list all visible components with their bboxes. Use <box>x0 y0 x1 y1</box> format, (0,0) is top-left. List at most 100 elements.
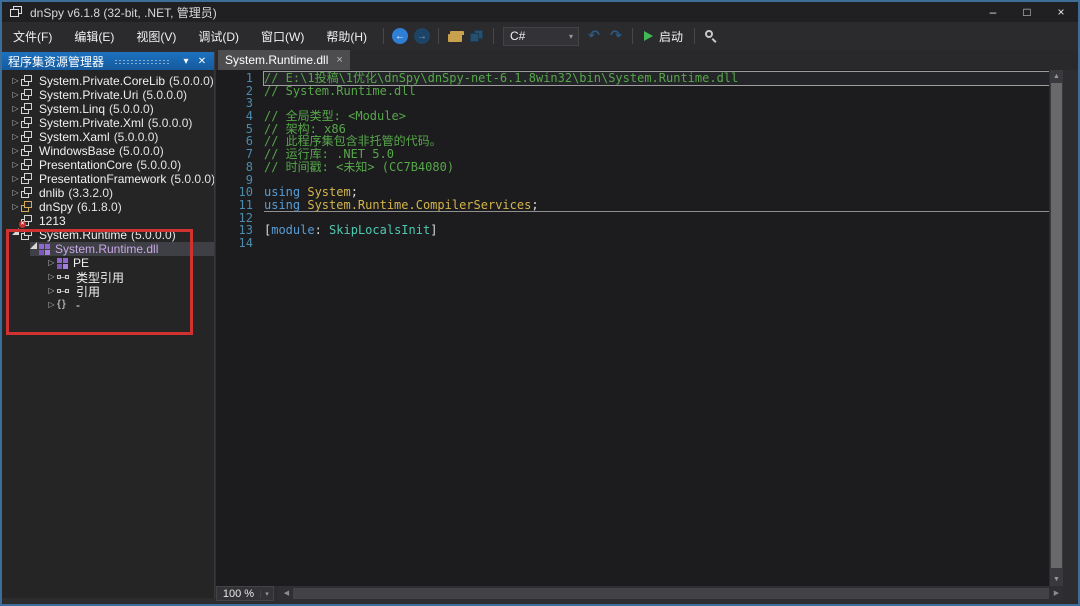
document-area: System.Runtime.dll × 1// E:\1投稿\1优化\dnSp… <box>216 50 1078 604</box>
code-line[interactable]: 11using System.Runtime.CompilerServices; <box>216 199 1049 212</box>
tree-item[interactable]: System.Runtime.dll <box>2 242 214 256</box>
tree-item-label: 1213 <box>39 214 66 228</box>
expander-collapsed-icon[interactable]: ▷ <box>10 130 21 144</box>
assembly-icon <box>21 103 34 115</box>
assembly-icon <box>21 89 34 101</box>
menu-file[interactable]: 文件(F) <box>2 22 63 50</box>
assembly-error-icon: × <box>21 215 34 227</box>
expander-collapsed-icon[interactable]: ▷ <box>10 102 21 116</box>
panel-title: 程序集资源管理器 <box>8 53 104 70</box>
start-debugging-button[interactable]: 启动 <box>638 25 689 47</box>
expander-collapsed-icon[interactable]: ▷ <box>10 186 21 200</box>
horizontal-scrollbar-thumb[interactable] <box>293 588 1049 599</box>
panel-close-button[interactable]: ✕ <box>194 56 210 67</box>
tree-item-label: 引用 <box>76 283 100 300</box>
tree-item[interactable]: ▷System.Linq(5.0.0.0) <box>2 102 214 116</box>
line-number: 3 <box>216 97 264 110</box>
tree-item[interactable]: ▷ 引用 <box>2 284 214 298</box>
menu-help[interactable]: 帮助(H) <box>315 22 378 50</box>
expander-collapsed-icon[interactable]: ▷ <box>10 200 21 214</box>
menu-view[interactable]: 视图(V) <box>125 22 187 50</box>
drag-handle[interactable] <box>114 59 170 65</box>
chevron-down-icon[interactable]: ▾ <box>260 590 273 598</box>
undo-icon: ↶ <box>588 28 600 44</box>
module-icon <box>57 258 68 269</box>
scroll-down-icon[interactable]: ▼ <box>1050 573 1063 586</box>
title-bar: dnSpy v6.1.8 (32-bit, .NET, 管理员) – □ × <box>2 2 1078 22</box>
window-title: dnSpy v6.1.8 (32-bit, .NET, 管理员) <box>30 4 217 21</box>
tree-item[interactable]: ▷System.Xaml(5.0.0.0) <box>2 130 214 144</box>
scroll-left-icon[interactable]: ◀ <box>280 586 293 601</box>
language-selector[interactable]: C# ▾ <box>503 27 579 46</box>
scroll-right-icon[interactable]: ▶ <box>1050 586 1063 601</box>
assembly-explorer-header[interactable]: 程序集资源管理器 ▾ ✕ <box>2 52 214 70</box>
expander-collapsed-icon[interactable]: ▷ <box>46 298 57 312</box>
open-button[interactable] <box>444 25 466 47</box>
expander-collapsed-icon[interactable]: ▷ <box>46 270 57 284</box>
tree-item-label: System.Private.Uri <box>39 88 138 102</box>
tree-item[interactable]: ▷dnlib(3.3.2.0) <box>2 186 214 200</box>
expander-expanded-icon[interactable] <box>10 228 21 242</box>
tree-item[interactable]: ▷PresentationFramework(5.0.0.0) <box>2 172 214 186</box>
namespace-icon: {} <box>57 299 71 311</box>
back-icon: ← <box>392 28 408 44</box>
menu-edit[interactable]: 编辑(E) <box>63 22 125 50</box>
horizontal-scrollbar[interactable]: ◀ ▶ <box>278 586 1063 601</box>
code-line[interactable]: 2// System.Runtime.dll <box>216 85 1049 98</box>
expander-collapsed-icon[interactable]: ▷ <box>10 144 21 158</box>
code-text <box>264 174 1049 187</box>
line-number: 1 <box>216 72 264 85</box>
code-text <box>264 237 1049 250</box>
code-text: // 全局类型: <Module> <box>264 110 1049 123</box>
tree-item[interactable]: ▷System.Private.Xml(5.0.0.0) <box>2 116 214 130</box>
scroll-up-icon[interactable]: ▲ <box>1050 70 1063 83</box>
expander-collapsed-icon[interactable]: ▷ <box>10 88 21 102</box>
tree-item-version: (5.0.0.0) <box>169 74 214 88</box>
menu-debug[interactable]: 调试(D) <box>187 22 250 50</box>
code-text: // System.Runtime.dll <box>264 85 1049 98</box>
tree-item[interactable]: ▷dnSpy(6.1.8.0) <box>2 200 214 214</box>
tree-item[interactable]: System.Runtime(5.0.0.0) <box>2 228 214 242</box>
tab-close-icon[interactable]: × <box>336 54 342 66</box>
navigate-back-button[interactable]: ← <box>389 25 411 47</box>
module-icon <box>39 244 50 255</box>
minimize-button[interactable]: – <box>976 2 1010 22</box>
tree-item[interactable]: ▷{}- <box>2 298 214 312</box>
tree-item[interactable]: ▷PresentationCore(5.0.0.0) <box>2 158 214 172</box>
tree-item[interactable]: × 1213 <box>2 214 214 228</box>
code-line[interactable]: 8// 时间戳: <未知> (CC7B4080) <box>216 161 1049 174</box>
tab-system-runtime-dll[interactable]: System.Runtime.dll × <box>218 50 350 70</box>
vertical-scrollbar[interactable]: ▲ ▼ <box>1050 70 1063 586</box>
expander-collapsed-icon[interactable]: ▷ <box>10 158 21 172</box>
assembly-icon <box>21 117 34 129</box>
redo-button[interactable]: ↷ <box>605 25 627 47</box>
code-line[interactable]: 14 <box>216 237 1049 250</box>
tree-item[interactable]: ▷类型引用 <box>2 270 214 284</box>
expander-collapsed-icon[interactable]: ▷ <box>46 256 57 270</box>
maximize-button[interactable]: □ <box>1010 2 1044 22</box>
undo-button[interactable]: ↶ <box>583 25 605 47</box>
code-line[interactable]: 13[module: SkipLocalsInit] <box>216 224 1049 237</box>
expander-collapsed-icon[interactable]: ▷ <box>10 172 21 186</box>
navigate-forward-button[interactable]: → <box>411 25 433 47</box>
zoom-control[interactable]: 100 % ▾ <box>216 586 274 601</box>
code-editor[interactable]: 1// E:\1投稿\1优化\dnSpy\dnSpy-net-6.1.8win3… <box>216 70 1049 586</box>
tree-item[interactable]: ▷WindowsBase(5.0.0.0) <box>2 144 214 158</box>
search-button[interactable] <box>700 25 722 47</box>
save-all-icon <box>470 30 484 42</box>
toolbar-separator <box>493 28 494 44</box>
tree-item[interactable]: ▷ System.Private.Uri (5.0.0.0) <box>2 88 214 102</box>
menu-window[interactable]: 窗口(W) <box>250 22 315 50</box>
vertical-scrollbar-thumb[interactable] <box>1051 83 1062 568</box>
expander-collapsed-icon[interactable]: ▷ <box>46 284 57 298</box>
save-all-button[interactable] <box>466 25 488 47</box>
expander-collapsed-icon[interactable]: ▷ <box>10 116 21 130</box>
close-button[interactable]: × <box>1044 2 1078 22</box>
tree-item[interactable]: ▷System.Private.CoreLib(5.0.0.0) <box>2 74 214 88</box>
zoom-level-value: 100 % <box>217 588 260 600</box>
panel-menu-button[interactable]: ▾ <box>178 56 194 67</box>
expander-expanded-icon[interactable] <box>28 242 39 256</box>
line-number: 6 <box>216 135 264 148</box>
expander-collapsed-icon[interactable]: ▷ <box>10 74 21 88</box>
tree-item-version: (5.0.0.0) <box>142 88 187 102</box>
